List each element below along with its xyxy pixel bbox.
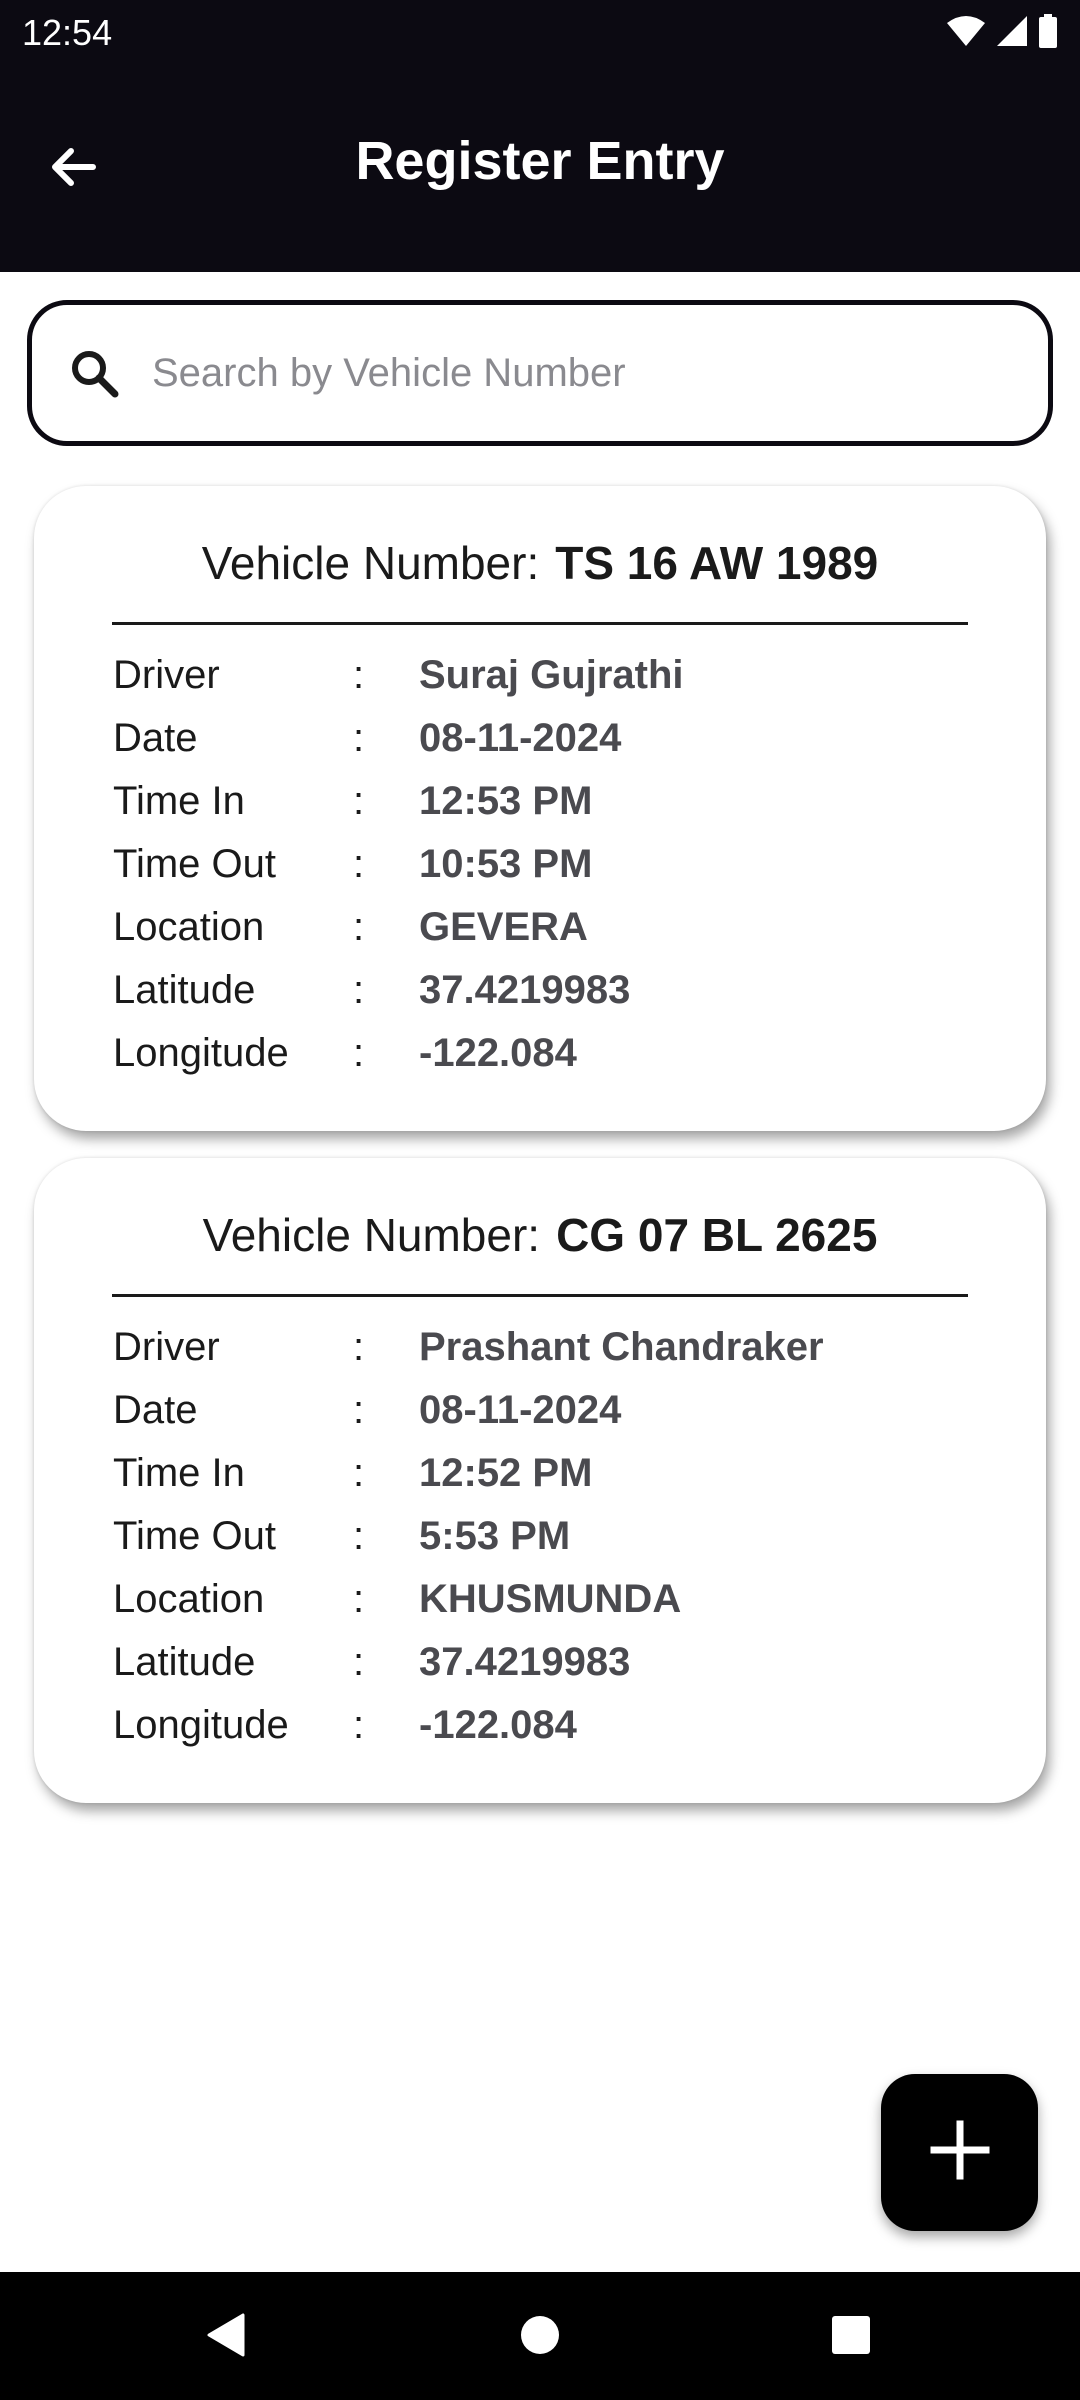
field-separator: : [353,716,365,760]
detail-row-latitude: Latitude : 37.4219983 [113,959,1006,1022]
field-separator: : [353,1514,365,1558]
detail-row-time-in: Time In : 12:53 PM [113,770,1006,833]
field-label: Time Out [113,842,276,886]
detail-row-driver: Driver : Prashant Chandraker [113,1316,1006,1379]
search-icon [66,345,122,401]
field-value: GEVERA [419,905,588,949]
entry-details: Driver : Suraj Gujrathi Date : 08-11-202… [113,644,1006,1085]
field-value: -122.084 [419,1703,577,1747]
field-value: Prashant Chandraker [419,1325,824,1369]
field-value: 10:53 PM [419,842,593,886]
field-label: Latitude [113,968,256,1012]
nav-recents-button[interactable] [826,2312,876,2362]
field-label: Time In [113,779,245,823]
vehicle-entry-card[interactable]: Vehicle Number: CG 07 BL 2625 Driver : Pr… [34,1158,1046,1803]
nav-back-icon [203,2311,247,2364]
vehicle-number-heading: Vehicle Number: CG 07 BL 2625 [112,1208,968,1284]
field-value: 12:53 PM [419,779,593,823]
field-value: -122.084 [419,1031,577,1075]
plus-icon [928,2118,992,2187]
field-label: Date [113,1388,198,1432]
vehicle-number-heading: Vehicle Number: TS 16 AW 1989 [112,536,968,612]
field-separator: : [353,1388,365,1432]
detail-row-driver: Driver : Suraj Gujrathi [113,644,1006,707]
field-separator: : [353,1703,365,1747]
detail-row-location: Location : KHUSMUNDA [113,1568,1006,1631]
field-separator: : [353,779,365,823]
field-value: 37.4219983 [419,968,631,1012]
search-input[interactable] [152,350,1002,396]
nav-home-button[interactable] [515,2312,565,2362]
field-separator: : [353,1031,365,1075]
field-separator: : [353,653,365,697]
field-label: Date [113,716,198,760]
detail-row-longitude: Longitude : -122.084 [113,1694,1006,1757]
field-label: Latitude [113,1640,256,1684]
nav-home-icon [519,2314,561,2361]
wifi-icon [946,15,986,47]
screen: 12:54 Register Entry Search by Vehicle N… [0,0,1080,2400]
field-value: KHUSMUNDA [419,1577,682,1621]
detail-row-time-out: Time Out : 5:53 PM [113,1505,1006,1568]
entry-details: Driver : Prashant Chandraker Date : 08-1… [113,1316,1006,1757]
field-label: Driver [113,653,220,697]
field-separator: : [353,1577,365,1621]
app-bar: Register Entry [0,64,1080,272]
detail-row-time-out: Time Out : 10:53 PM [113,833,1006,896]
battery-icon [1038,14,1058,48]
vehicle-number-value: TS 16 AW 1989 [555,537,879,589]
search-box[interactable] [27,300,1053,446]
field-value: 08-11-2024 [419,1388,622,1432]
detail-row-location: Location : GEVERA [113,896,1006,959]
nav-back-button[interactable] [200,2312,250,2362]
detail-row-longitude: Longitude : -122.084 [113,1022,1006,1085]
field-label: Longitude [113,1703,289,1747]
detail-row-date: Date : 08-11-2024 [113,707,1006,770]
field-label: Time In [113,1451,245,1495]
field-label: Time Out [113,1514,276,1558]
field-label: Driver [113,1325,220,1369]
detail-row-date: Date : 08-11-2024 [113,1379,1006,1442]
field-value: 08-11-2024 [419,716,622,760]
card-divider [112,622,968,625]
detail-row-time-in: Time In : 12:52 PM [113,1442,1006,1505]
field-separator: : [353,842,365,886]
signal-icon [996,15,1028,47]
field-separator: : [353,905,365,949]
field-value: 37.4219983 [419,1640,631,1684]
vehicle-number-label: Vehicle Number: [202,1209,541,1261]
field-label: Longitude [113,1031,289,1075]
field-separator: : [353,1640,365,1684]
status-icons [946,14,1058,48]
field-separator: : [353,1451,365,1495]
add-entry-button[interactable] [881,2074,1038,2231]
card-divider [112,1294,968,1297]
status-bar: 12:54 [0,0,1080,64]
field-value: 12:52 PM [419,1451,593,1495]
detail-row-latitude: Latitude : 37.4219983 [113,1631,1006,1694]
field-separator: : [353,1325,365,1369]
vehicle-entry-card[interactable]: Vehicle Number: TS 16 AW 1989 Driver : Su… [34,486,1046,1131]
nav-recents-icon [830,2314,872,2361]
field-value: 5:53 PM [419,1514,571,1558]
page-title: Register Entry [355,131,725,191]
field-label: Location [113,905,265,949]
vehicle-number-label: Vehicle Number: [201,537,540,589]
field-value: Suraj Gujrathi [419,653,684,697]
field-label: Location [113,1577,265,1621]
status-time: 12:54 [22,12,113,53]
field-separator: : [353,968,365,1012]
system-nav-bar [0,2272,1080,2400]
vehicle-number-value: CG 07 BL 2625 [556,1209,878,1261]
